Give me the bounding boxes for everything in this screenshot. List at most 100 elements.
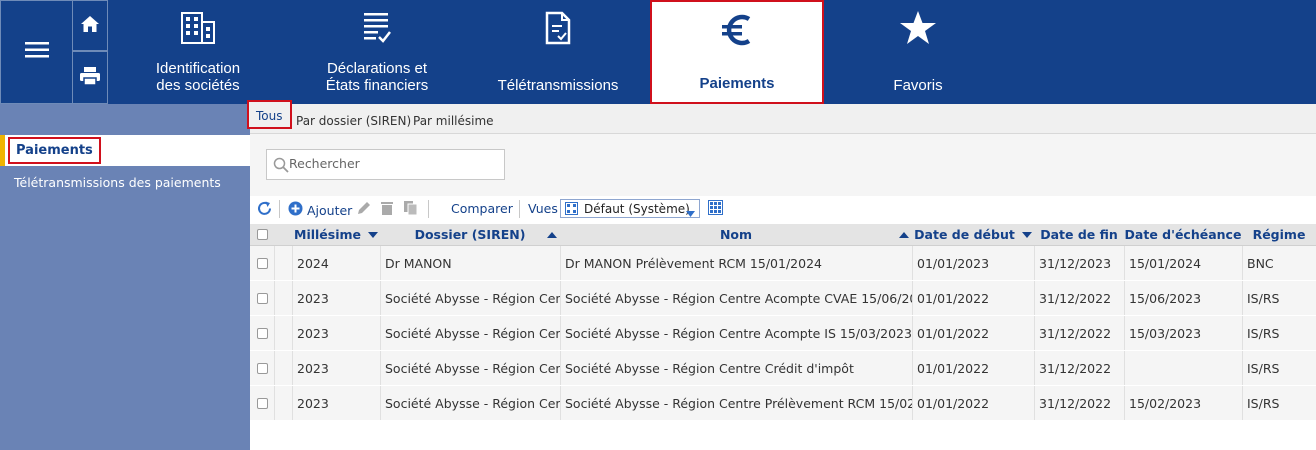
copy-button[interactable]: [403, 200, 418, 219]
nav-label-line2: Paiements: [699, 75, 775, 92]
column-header-label: Nom: [719, 227, 753, 242]
add-button[interactable]: Ajouter: [288, 201, 352, 219]
column-header-label: Dossier (SIREN): [414, 227, 526, 242]
euro-icon: [652, 10, 822, 50]
view-select[interactable]: Défaut (Système): [560, 199, 700, 218]
cell-nom: Société Abysse - Région Centre Acompte C…: [560, 281, 912, 315]
tab-par-millesime[interactable]: Par millésime: [413, 114, 494, 128]
nav-label-line2: Télétransmissions: [497, 77, 619, 94]
sort-asc-icon: [544, 224, 560, 245]
row-checkbox[interactable]: [256, 362, 268, 374]
column-header-label: Date d'échéance: [1124, 227, 1242, 242]
cell-dossier: Société Abysse - Région Centre: [380, 351, 560, 385]
column-header-nom[interactable]: Nom: [560, 224, 912, 245]
column-header-date-echeance[interactable]: Date d'échéance: [1124, 224, 1242, 245]
cell-date-fin: 31/12/2022: [1034, 316, 1124, 350]
view-settings-button[interactable]: [708, 200, 723, 218]
nav-declarations[interactable]: Déclarations et États financiers: [322, 0, 432, 104]
row-checkbox[interactable]: [256, 397, 268, 409]
nav-favoris[interactable]: Favoris: [868, 0, 968, 104]
tab-tous[interactable]: Tous: [247, 100, 292, 129]
compare-button[interactable]: Comparer: [451, 201, 513, 216]
grid-settings-icon: [708, 200, 723, 218]
sort-desc-icon: [1021, 231, 1032, 238]
row-select-cell: [250, 351, 274, 385]
hamburger-icon: [24, 41, 49, 63]
table-row[interactable]: 2023Société Abysse - Région CentreSociét…: [250, 386, 1316, 421]
column-header-label: Date de fin: [1040, 227, 1118, 242]
cell-date-debut: 01/01/2022: [912, 386, 1034, 420]
cell-regime: IS/RS: [1242, 281, 1316, 315]
cell-nom: Dr MANON Prélèvement RCM 15/01/2024: [560, 246, 912, 280]
star-icon: [868, 8, 968, 48]
row-checkbox[interactable]: [256, 257, 268, 269]
column-header-date-debut[interactable]: Date de début: [912, 224, 1034, 245]
chevron-down-icon: [686, 206, 695, 220]
cell-date-echeance: 15/01/2024: [1124, 246, 1242, 280]
cell-millesime: 2023: [292, 386, 380, 420]
table-header: Millésime Dossier (SIREN) Nom Date de dé…: [250, 224, 1316, 246]
sort-desc-icon: [368, 231, 378, 238]
sidebar-item-paiements[interactable]: Paiements: [0, 135, 250, 166]
refresh-button[interactable]: [257, 201, 272, 219]
tab-par-dossier[interactable]: Par dossier (SIREN): [296, 114, 411, 128]
row-spacer: [274, 351, 292, 385]
file-check-icon: [493, 8, 623, 48]
building-icon: [148, 8, 248, 48]
menu-button[interactable]: [0, 0, 72, 104]
sidebar-item-teletransmissions-paiements[interactable]: Télétransmissions des paiements: [14, 175, 221, 190]
search-icon: [273, 157, 289, 177]
column-header-label: Date de début: [914, 227, 1015, 242]
sidebar: Paiements Télétransmissions des paiement…: [0, 104, 250, 450]
table-row[interactable]: 2023Société Abysse - Région CentreSociét…: [250, 316, 1316, 351]
pencil-icon: [356, 200, 372, 219]
nav-label-line1: Déclarations et: [326, 60, 428, 77]
cell-nom: Société Abysse - Région Centre Crédit d'…: [560, 351, 912, 385]
row-spacer: [274, 246, 292, 280]
delete-button[interactable]: [380, 200, 394, 219]
sort-asc-icon: [896, 224, 912, 245]
row-checkbox[interactable]: [256, 292, 268, 304]
search-box: [266, 149, 505, 180]
search-input[interactable]: [289, 156, 499, 171]
nav-paiements[interactable]: Paiements: [650, 0, 824, 104]
toolbar-separator: [519, 200, 520, 218]
nav-identification[interactable]: Identification des sociétés: [148, 0, 248, 104]
toolbar-separator: [428, 200, 429, 218]
grid-view-icon: [565, 202, 578, 218]
views-label: Vues: [528, 201, 558, 216]
cell-millesime: 2023: [292, 351, 380, 385]
cell-dossier: Dr MANON: [380, 246, 560, 280]
home-button[interactable]: [72, 0, 108, 51]
row-checkbox[interactable]: [256, 327, 268, 339]
table-row[interactable]: 2023Société Abysse - Région CentreSociét…: [250, 351, 1316, 386]
cell-millesime: 2023: [292, 316, 380, 350]
column-header-regime[interactable]: Régime: [1242, 224, 1316, 245]
plus-circle-icon: [288, 201, 303, 219]
cell-nom: Société Abysse - Région Centre Prélèveme…: [560, 386, 912, 420]
row-select-cell: [250, 281, 274, 315]
refresh-icon: [257, 201, 272, 219]
copy-icon: [403, 200, 418, 219]
edit-button[interactable]: [356, 200, 372, 219]
column-header-millesime[interactable]: Millésime: [292, 224, 380, 245]
row-spacer: [274, 386, 292, 420]
column-header-date-fin[interactable]: Date de fin: [1034, 224, 1124, 245]
cell-date-echeance: 15/02/2023: [1124, 386, 1242, 420]
cell-date-fin: 31/12/2023: [1034, 246, 1124, 280]
column-header-dossier[interactable]: Dossier (SIREN): [380, 224, 560, 245]
column-header-label: Millésime: [294, 227, 361, 242]
cell-millesime: 2024: [292, 246, 380, 280]
add-button-label: Ajouter: [307, 202, 353, 218]
nav-label-line2: Favoris: [893, 77, 943, 94]
cell-date-debut: 01/01/2022: [912, 281, 1034, 315]
select-all-checkbox[interactable]: [256, 229, 268, 240]
nav-teletransmissions[interactable]: Télétransmissions: [493, 0, 623, 104]
table-row[interactable]: 2024 Dr MANON Dr MANON Prélèvement RCM 15/…: [250, 246, 1316, 281]
sidebar-item-label: Paiements: [8, 137, 101, 164]
printer-icon: [79, 66, 101, 90]
cell-regime: IS/RS: [1242, 316, 1316, 350]
nav-label-line2: États financiers: [325, 77, 429, 94]
print-button[interactable]: [72, 51, 108, 104]
table-row[interactable]: 2023Société Abysse - Région CentreSociét…: [250, 281, 1316, 316]
